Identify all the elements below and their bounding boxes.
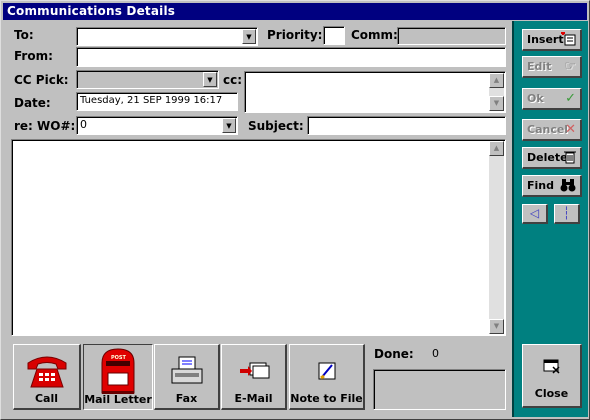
close-label: Close: [534, 387, 569, 400]
call-button[interactable]: Call: [13, 344, 81, 410]
find-label: Find: [527, 179, 554, 192]
wo-label: re: WO#:: [14, 119, 76, 133]
to-dropdown[interactable]: ▼: [76, 27, 258, 46]
cc-pick-dropdown[interactable]: ▼: [76, 70, 219, 89]
done-label: Done:: [374, 347, 414, 361]
binoculars-icon: [560, 178, 576, 196]
communications-details-window: Communications Details To: ▼ Priority: C…: [0, 0, 590, 420]
cc-pick-arrow-icon[interactable]: ▼: [203, 72, 217, 87]
mailbox-icon: POST: [84, 347, 152, 398]
fax-icon: [155, 355, 218, 390]
mail-letter-button[interactable]: POST Mail Letter: [83, 344, 153, 410]
checkmark-icon: ✓: [565, 91, 576, 106]
done-value: 0: [432, 347, 439, 360]
comm-field: [397, 27, 506, 45]
cc-pick-label: CC Pick:: [14, 73, 69, 87]
title-bar: Communications Details: [3, 3, 587, 20]
to-label: To:: [14, 28, 34, 42]
mail-letter-text: Mail Letter: [84, 393, 152, 406]
mail-letter-label: Mail Letter: [84, 393, 152, 406]
cc-scrollbar[interactable]: ▲ ▼: [489, 73, 504, 111]
scroll-down-icon[interactable]: ▼: [489, 319, 504, 334]
x-icon: ✕: [565, 122, 576, 137]
telephone-icon: [14, 351, 79, 394]
insert-label: Insert: [527, 33, 564, 46]
insert-button[interactable]: Insert: [522, 29, 582, 51]
fax-button[interactable]: Fax: [154, 344, 220, 410]
edit-hand-icon: ☞: [564, 59, 576, 74]
note-to-file-button[interactable]: Note to File: [289, 344, 365, 410]
priority-label: Priority:: [267, 28, 323, 42]
action-sidebar: Insert Edit ☞ Ok ✓ Cancel ✕ Delete Find: [512, 21, 588, 417]
date-field[interactable]: Tuesday, 21 SEP 1999 16:17: [76, 92, 238, 111]
wo-dropdown-arrow-icon[interactable]: ▼: [222, 118, 236, 133]
svg-text:POST: POST: [111, 355, 127, 361]
find-button[interactable]: Find: [522, 175, 582, 197]
scroll-up-icon[interactable]: ▲: [489, 141, 504, 156]
close-button[interactable]: Close: [522, 344, 582, 408]
email-icon: [222, 359, 285, 386]
date-value: Tuesday, 21 SEP 1999 16:17: [80, 95, 223, 106]
subject-field[interactable]: [307, 116, 506, 135]
next-record-icon[interactable]: ┆: [554, 204, 580, 224]
delete-button[interactable]: Delete: [522, 147, 582, 169]
ok-label: Ok: [527, 92, 544, 105]
edit-label: Edit: [527, 60, 552, 73]
priority-field[interactable]: [323, 26, 345, 45]
message-body[interactable]: ▲ ▼: [11, 139, 506, 336]
previous-record-icon[interactable]: ◁: [522, 204, 548, 224]
trash-icon: [564, 150, 576, 168]
comm-label: Comm:: [351, 28, 398, 42]
cancel-button[interactable]: Cancel ✕: [522, 119, 582, 141]
insert-icon: [560, 31, 576, 50]
call-label: Call: [34, 392, 59, 405]
fax-label: Fax: [175, 392, 198, 405]
note-icon: [290, 359, 363, 386]
window-title: Communications Details: [7, 4, 176, 18]
delete-label: Delete: [527, 151, 568, 164]
status-panel: [373, 369, 506, 410]
scroll-down-icon[interactable]: ▼: [489, 96, 504, 111]
from-label: From:: [14, 49, 53, 63]
wo-value: 0: [80, 118, 87, 131]
email-button[interactable]: E-Mail: [221, 344, 287, 410]
date-label: Date:: [14, 96, 51, 110]
cc-textarea[interactable]: ▲ ▼: [244, 71, 506, 113]
subject-label: Subject:: [248, 119, 304, 133]
ok-button[interactable]: Ok ✓: [522, 88, 582, 110]
close-window-icon: [523, 359, 580, 378]
cancel-label: Cancel: [527, 123, 569, 136]
email-label: E-Mail: [234, 392, 273, 405]
edit-button[interactable]: Edit ☞: [522, 56, 582, 78]
from-field[interactable]: [76, 47, 506, 67]
note-to-file-label: Note to File: [290, 392, 363, 405]
scroll-up-icon[interactable]: ▲: [489, 73, 504, 88]
to-dropdown-arrow-icon[interactable]: ▼: [242, 29, 256, 44]
cc-label: cc:: [223, 73, 243, 87]
body-scrollbar[interactable]: ▲ ▼: [489, 141, 504, 334]
wo-dropdown[interactable]: 0 ▼: [76, 116, 238, 135]
